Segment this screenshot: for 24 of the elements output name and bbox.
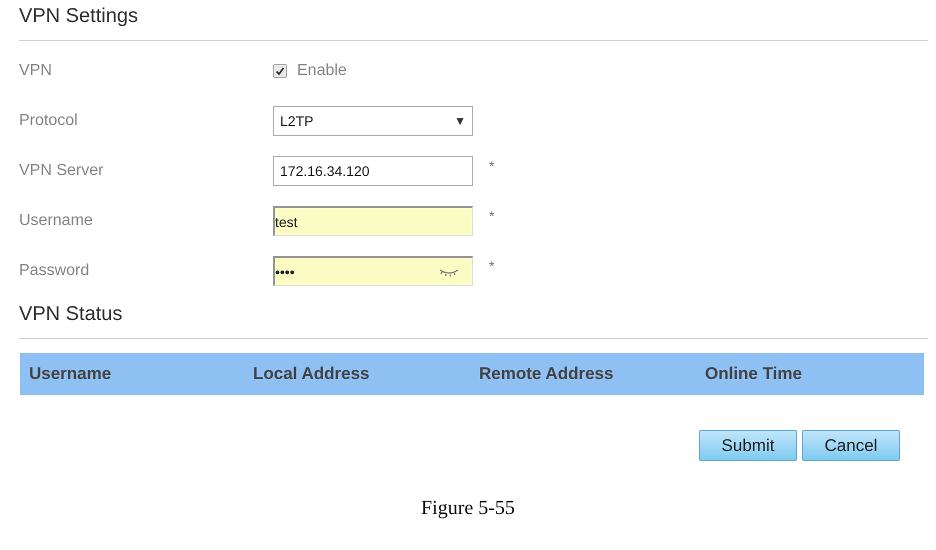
required-mark: * xyxy=(489,208,494,224)
cancel-button[interactable]: Cancel xyxy=(802,430,900,461)
submit-button[interactable]: Submit xyxy=(699,430,797,461)
column-header: Local Address xyxy=(252,364,370,383)
section-title: VPN Status xyxy=(19,302,124,327)
password-field[interactable]: •••• xyxy=(273,256,473,286)
column-header: Online Time xyxy=(704,364,802,383)
checkbox[interactable] xyxy=(273,64,287,78)
section-title: VPN Settings xyxy=(19,4,139,29)
input-field[interactable]: test xyxy=(273,206,473,236)
column-header: Remote Address xyxy=(478,364,614,383)
column-header: Username xyxy=(29,364,112,383)
field-label: Username xyxy=(19,212,94,230)
field-label: VPN xyxy=(19,62,53,80)
eye-closed-icon[interactable] xyxy=(438,266,460,276)
field-label: Password xyxy=(19,262,90,280)
figure-caption: Figure 5-55 xyxy=(421,497,515,520)
required-mark: * xyxy=(489,158,494,174)
input-field[interactable]: 172.16.34.120 xyxy=(273,156,473,186)
required-mark: * xyxy=(489,258,494,274)
protocol-dropdown[interactable]: L2TP ▼ xyxy=(273,106,473,136)
field-label: VPN Server xyxy=(19,162,104,180)
field-label: Protocol xyxy=(19,112,79,130)
checkbox-label: Enable xyxy=(297,62,347,80)
